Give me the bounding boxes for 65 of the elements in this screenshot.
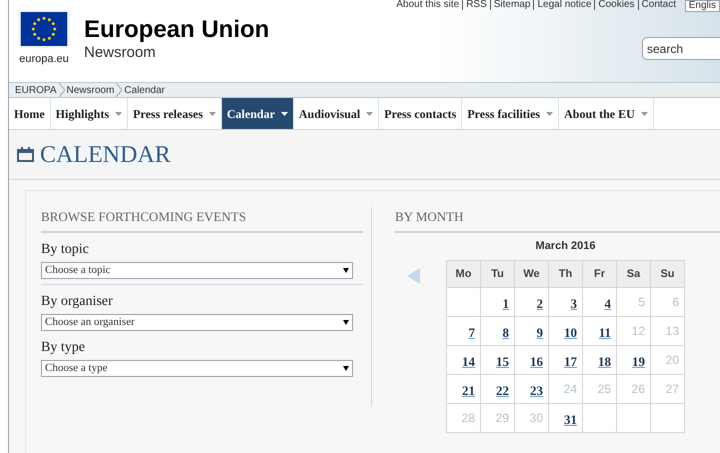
calendar-day-link[interactable]: 4	[604, 296, 611, 312]
calendar-day-link[interactable]: 1	[502, 296, 509, 312]
weekday-header: Mo	[446, 260, 480, 288]
caret-icon	[343, 320, 349, 324]
calendar-day-link[interactable]: 7	[468, 325, 475, 340]
calendar-day-link[interactable]: 11	[598, 325, 611, 340]
calendar-day: 30	[514, 404, 548, 432]
top-link[interactable]: Sitemap	[494, 0, 530, 10]
top-link[interactable]: About this site	[396, 0, 460, 10]
month-title: March 2016	[536, 238, 596, 254]
search-field[interactable]: search	[642, 37, 720, 60]
calendar-day: 5	[616, 288, 650, 316]
filter-label: By topic	[41, 240, 90, 258]
calendar-day: 13	[650, 316, 684, 346]
calendar-day: 29	[480, 404, 514, 432]
chevron-icon	[58, 83, 64, 97]
caret-icon	[208, 112, 216, 116]
chevron-icon	[116, 83, 122, 97]
section-heading: BROWSE FORTHCOMING EVENTS	[41, 207, 363, 232]
calendar-day: 6	[650, 288, 684, 316]
calendar-day: 20	[650, 346, 684, 374]
breadcrumb-link[interactable]: Newsroom	[66, 82, 114, 98]
logo-caption: europa.eu	[19, 52, 69, 67]
breadcrumb-link[interactable]: EUROPA	[15, 82, 56, 98]
site-title: European Union	[84, 18, 270, 42]
caret-icon	[546, 112, 554, 116]
calendar-day: 27	[650, 374, 684, 404]
calendar-day: 12	[616, 316, 650, 346]
language-selector[interactable]: Englis	[684, 0, 720, 12]
weekday-header: Th	[548, 260, 582, 288]
calendar-day: 26	[616, 374, 650, 404]
caret-icon	[366, 112, 374, 116]
page-title: CALENDAR	[40, 140, 171, 170]
calendar-icon	[17, 147, 34, 162]
eu-flag-logo[interactable]	[18, 10, 70, 48]
weekday-header: Su	[650, 260, 684, 288]
calendar-day-link[interactable]: 3	[570, 296, 577, 312]
calendar-day-link[interactable]: 8	[502, 325, 509, 340]
weekday-header: Sa	[616, 260, 650, 288]
caret-icon	[343, 366, 349, 370]
calendar-day: 28	[446, 404, 480, 432]
caret-icon	[640, 112, 648, 116]
top-link[interactable]: Contact	[642, 0, 676, 10]
weekday-header: Fr	[582, 260, 616, 288]
filter-label: By type	[41, 338, 86, 356]
breadcrumb-link[interactable]: Calendar	[124, 82, 165, 98]
dropdown-field[interactable]: Choose an organiser	[41, 314, 353, 330]
caret-icon	[115, 112, 122, 116]
top-link[interactable]: RSS	[466, 0, 487, 10]
calendar-day: 24	[548, 374, 582, 404]
site-subtitle: Newsroom	[84, 45, 157, 60]
caret-icon	[343, 268, 349, 272]
filter-label: By organiser	[41, 292, 114, 310]
top-link[interactable]: Cookies	[598, 0, 635, 10]
dropdown-field[interactable]: Choose a type	[41, 360, 353, 376]
nav-tab[interactable]: Calendar	[222, 98, 294, 129]
calendar-day: 25	[582, 374, 616, 404]
caret-icon	[280, 112, 288, 116]
weekday-header: We	[514, 260, 548, 288]
weekday-header: Tu	[480, 260, 514, 288]
top-link[interactable]: Legal notice	[537, 0, 592, 10]
calendar-day-link[interactable]: 2	[536, 296, 543, 312]
calendar-day-link[interactable]: 9	[536, 325, 543, 340]
dropdown-field[interactable]: Choose a topic	[41, 262, 353, 278]
section-heading: BY MONTH	[395, 207, 720, 232]
